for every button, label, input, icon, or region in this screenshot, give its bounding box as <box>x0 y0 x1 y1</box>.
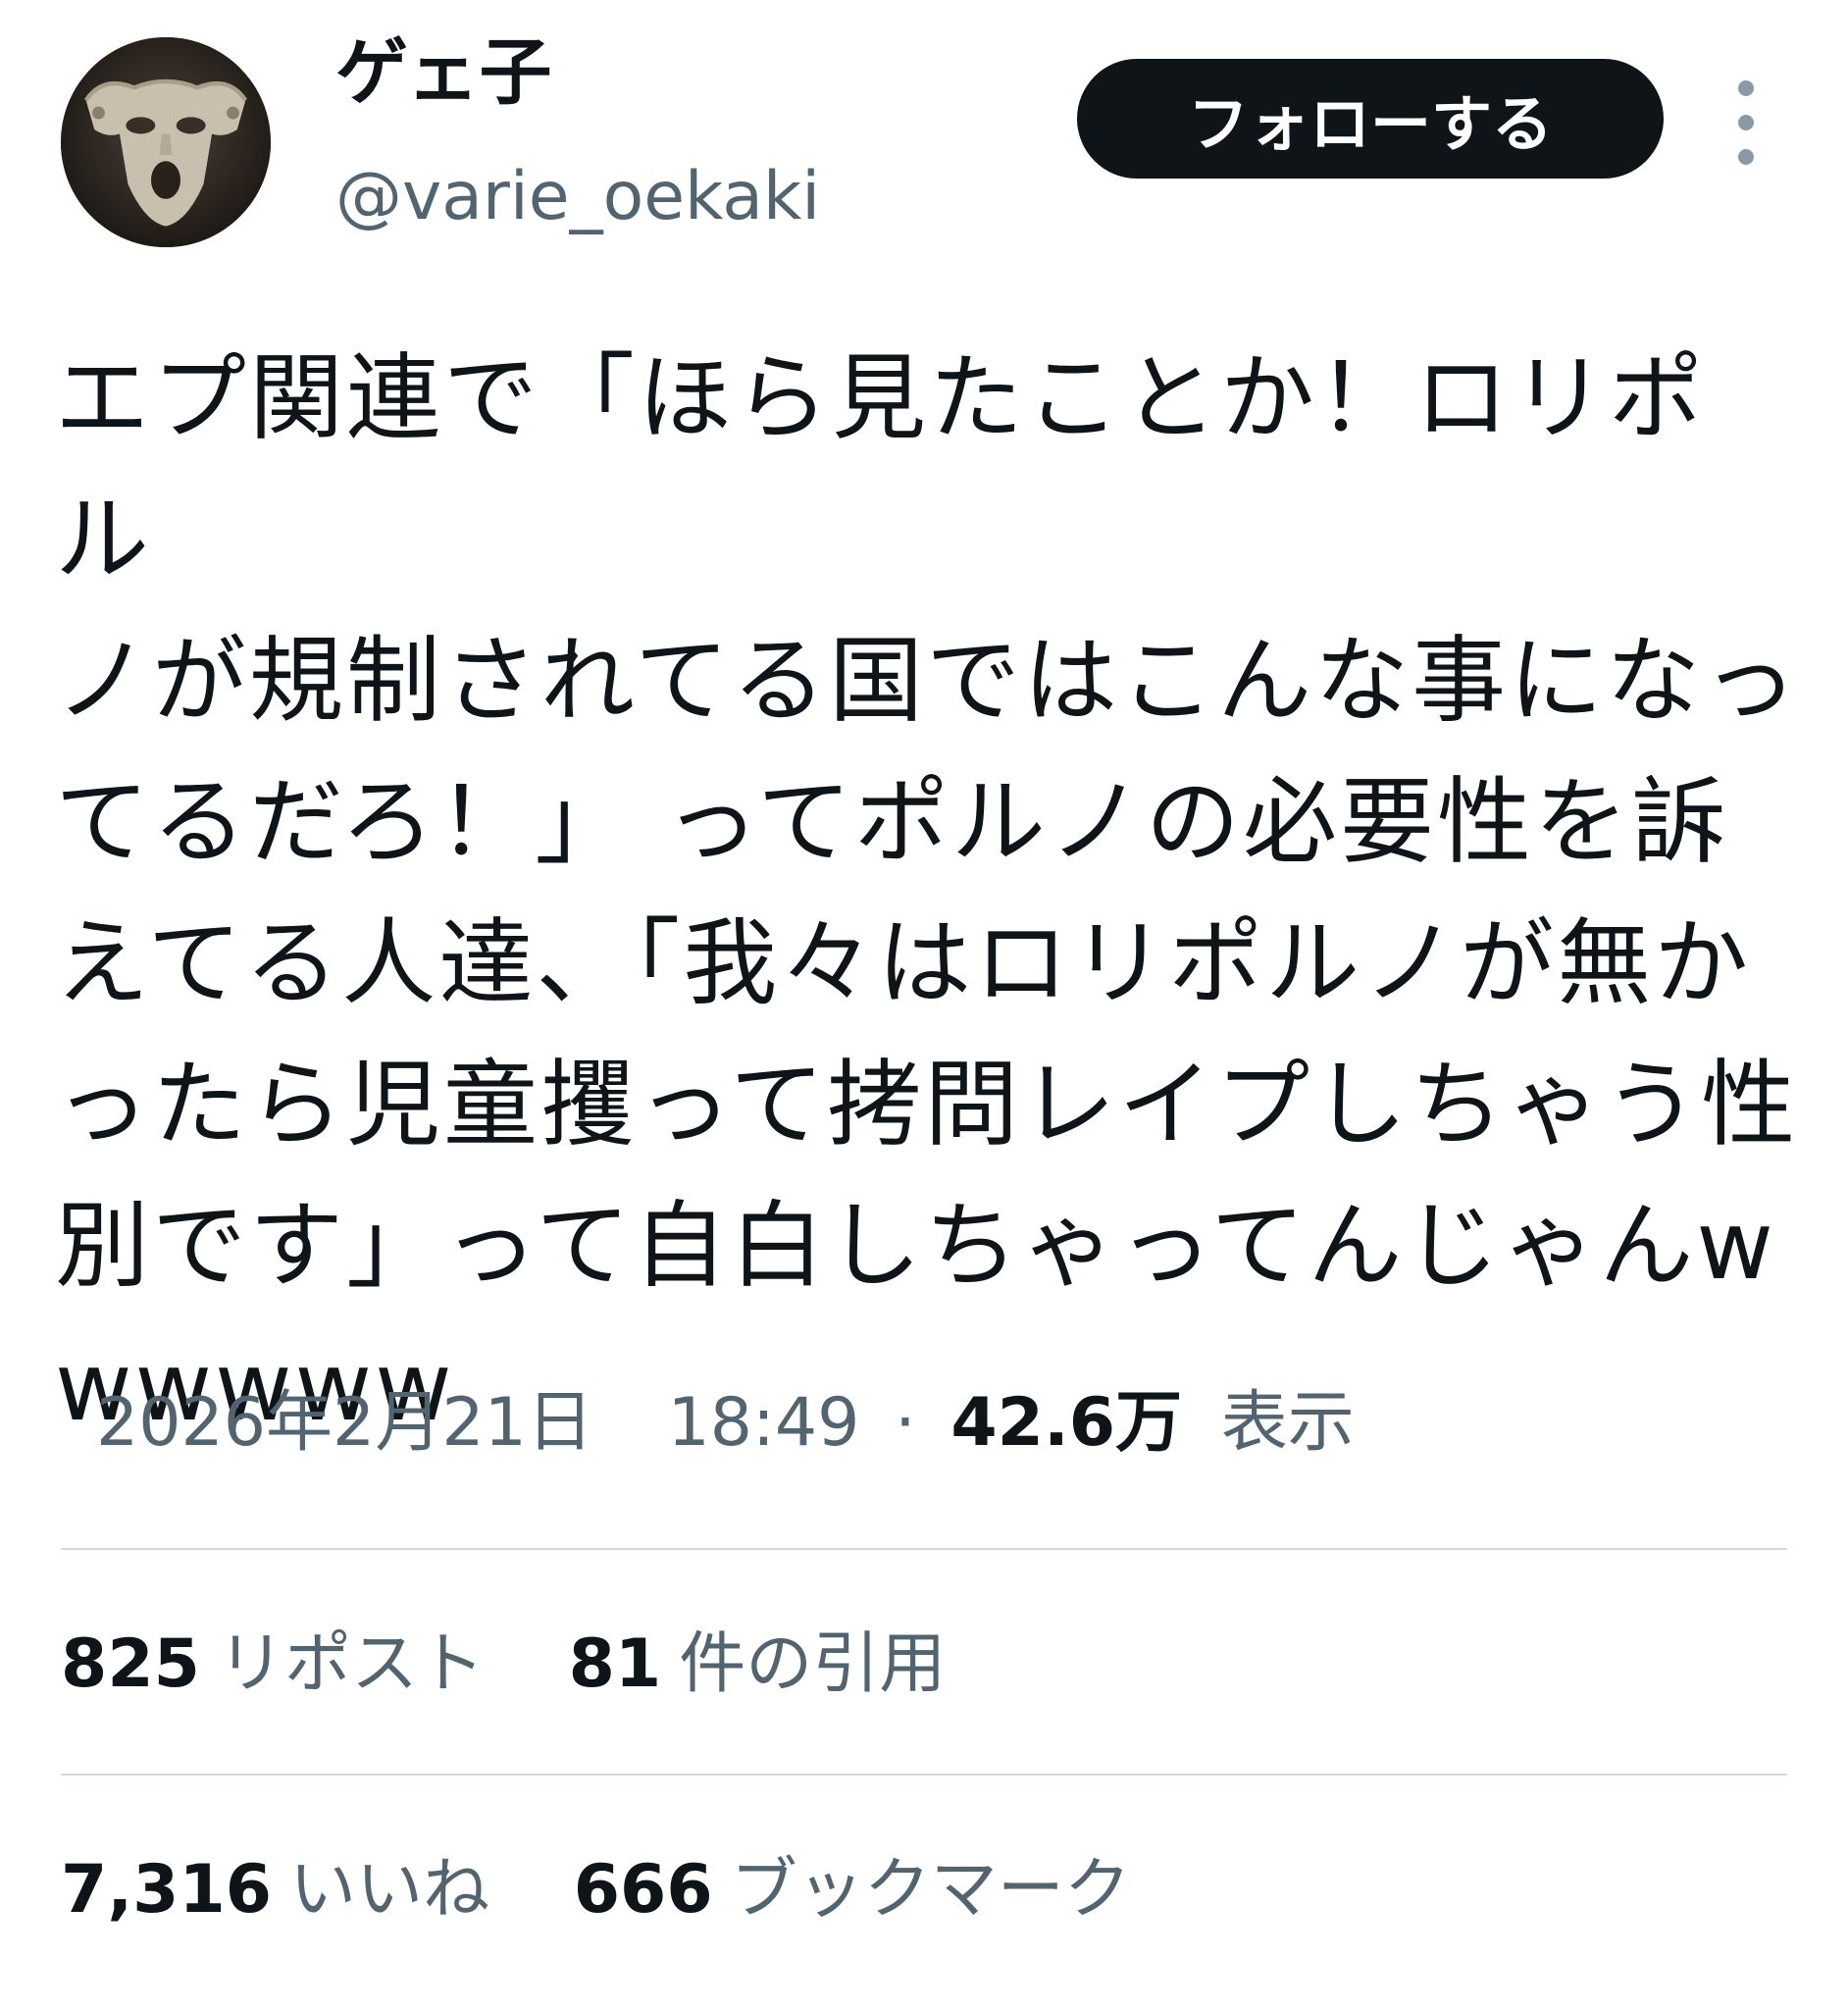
quotes-count: 81 <box>568 1625 662 1703</box>
user-handle[interactable]: @varie_oekaki <box>335 157 820 237</box>
tweet-time[interactable]: 18:49 <box>667 1384 859 1462</box>
tweet-text: エプ関連で「ほら見たことか！ロリポル ノが規制されてる国ではこんな事になっ てる… <box>55 343 1801 1442</box>
views-count: 42.6万 <box>950 1384 1183 1462</box>
stats-row-reposts: 825 リポスト 81 件の引用 <box>61 1624 1008 1705</box>
quotes-label: 件の引用 <box>679 1625 947 1703</box>
meta-separator: · <box>895 1384 916 1462</box>
tweet-date[interactable]: 2026年2月21日 <box>96 1384 593 1462</box>
divider <box>61 1548 1787 1550</box>
bookmarks-count: 666 <box>573 1851 713 1929</box>
more-dot <box>1738 115 1754 130</box>
divider <box>61 1774 1787 1776</box>
tweet-meta: 2026年2月21日 18:49 · 42.6万 表示 <box>96 1383 1355 1464</box>
reposts-count: 825 <box>61 1625 200 1703</box>
more-dot <box>1738 149 1754 165</box>
reposts-label: リポスト <box>217 1625 485 1703</box>
likes-label: いいね <box>289 1851 490 1929</box>
clay-figure-avatar-image <box>61 37 271 247</box>
reposts-stat[interactable]: 825 リポスト <box>61 1624 485 1705</box>
likes-stat[interactable]: 7,316 いいね <box>61 1850 489 1931</box>
stats-row-likes: 7,316 いいね 666 ブックマーク <box>61 1850 1194 1931</box>
likes-count: 7,316 <box>61 1851 273 1929</box>
quotes-stat[interactable]: 81 件の引用 <box>569 1624 947 1705</box>
bookmarks-stat[interactable]: 666 ブックマーク <box>574 1850 1131 1931</box>
more-dot <box>1738 80 1754 96</box>
more-vertical-icon[interactable] <box>1721 80 1771 165</box>
tweet-header: ゲェ子 @varie_oekaki フォローする <box>0 0 1848 265</box>
views-label: 表示 <box>1220 1384 1355 1462</box>
bookmarks-label: ブックマーク <box>730 1851 1131 1929</box>
follow-button[interactable]: フォローする <box>1077 59 1664 179</box>
avatar[interactable] <box>61 37 271 247</box>
display-name[interactable]: ゲェ子 <box>335 29 552 117</box>
